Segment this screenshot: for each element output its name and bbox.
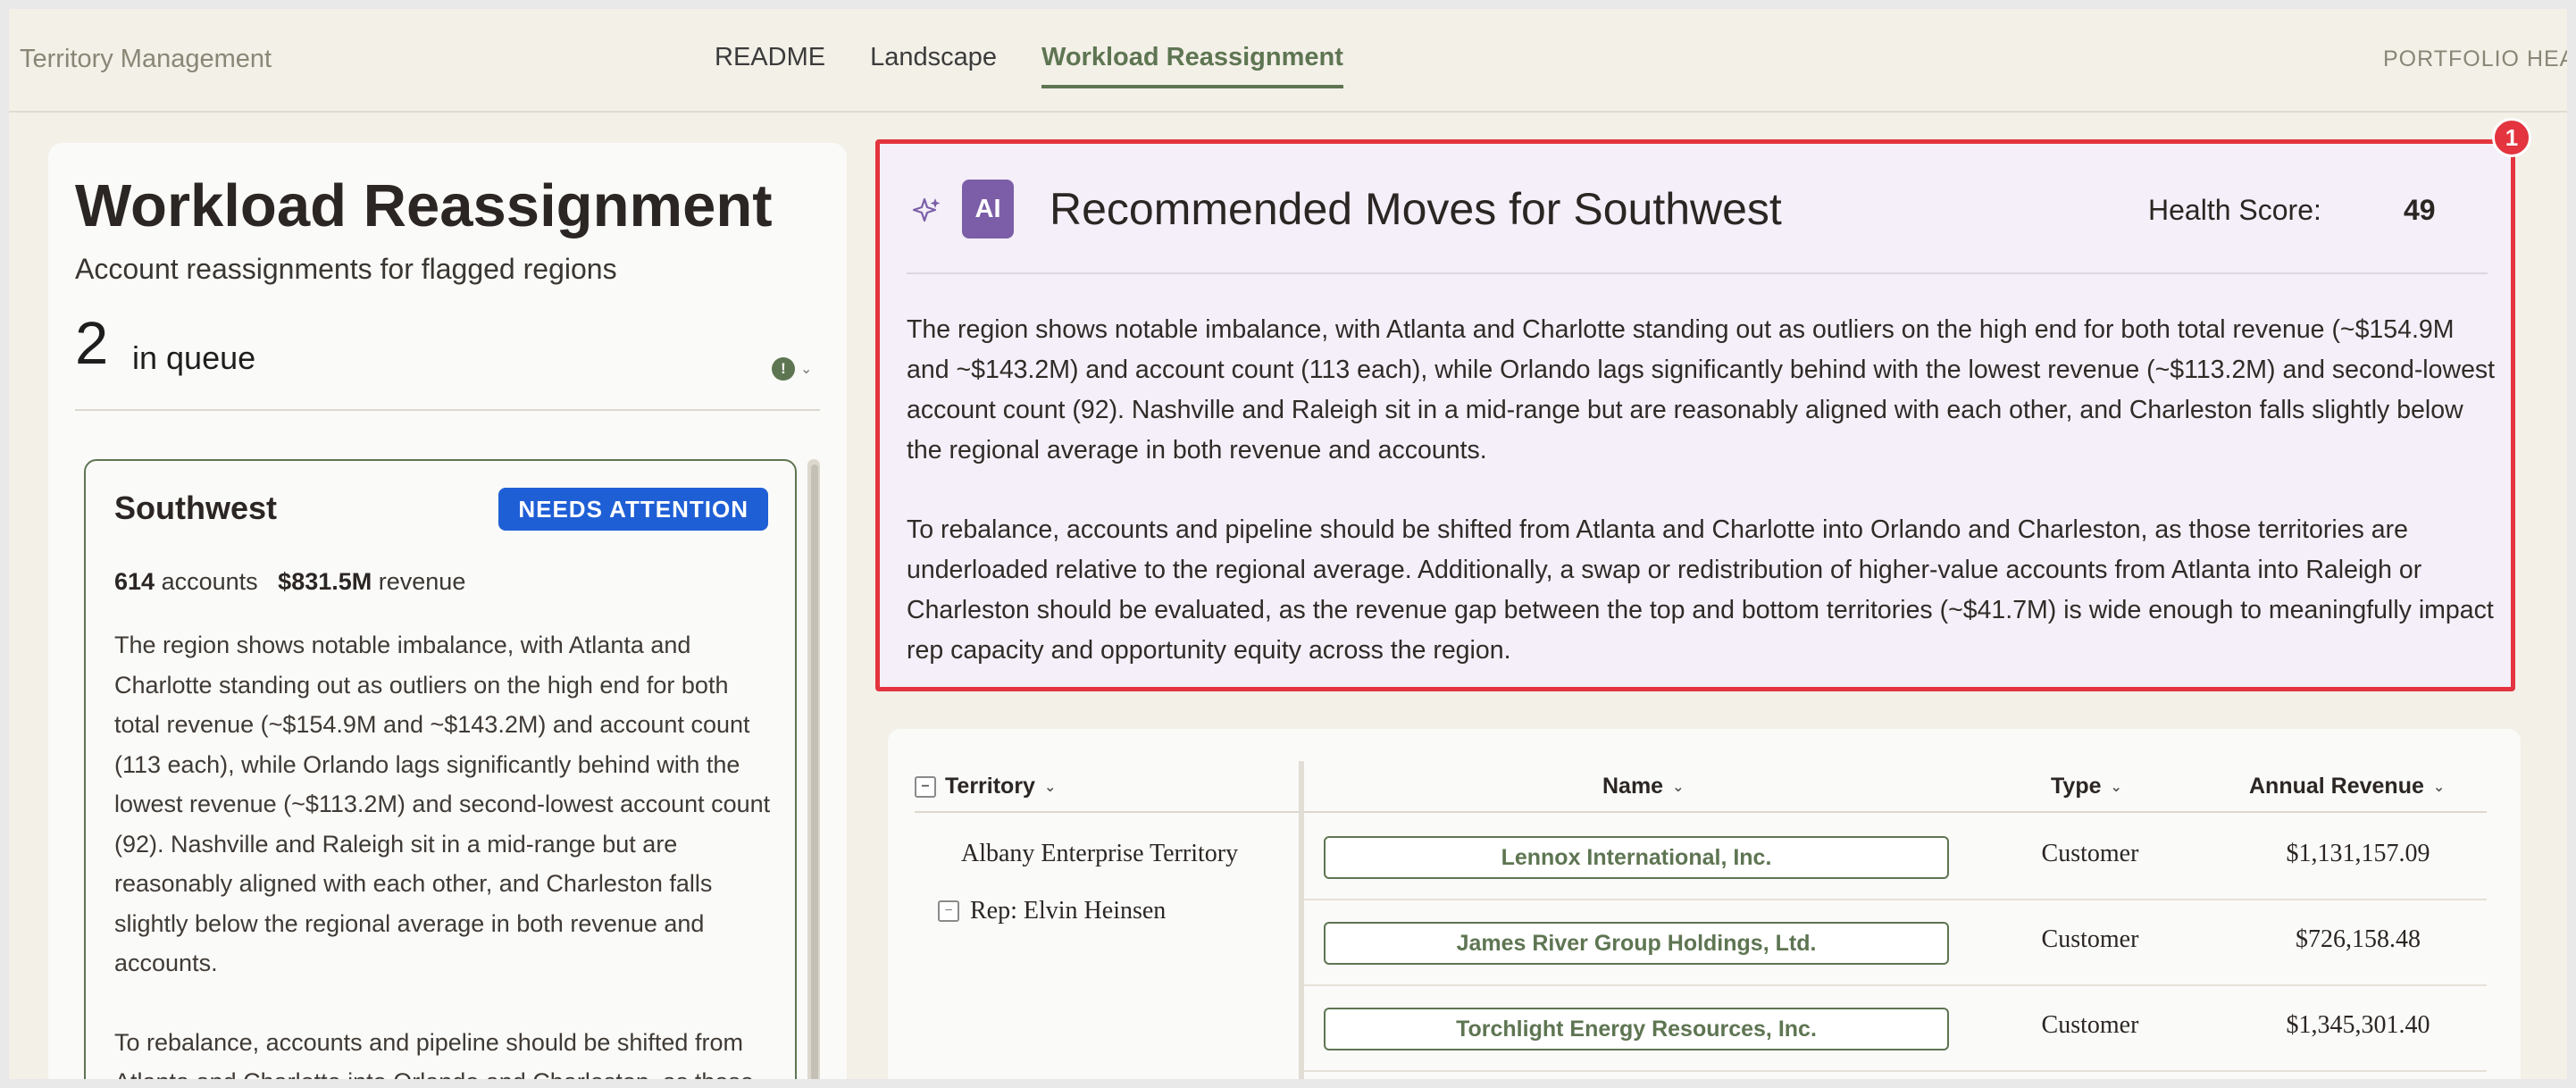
chevron-down-icon: ⌄	[2110, 779, 2122, 795]
region-card-southwest[interactable]: Southwest NEEDS ATTENTION 614 accounts $…	[84, 459, 797, 1079]
chevron-down-icon: ⌄	[800, 362, 813, 377]
rep-name: Rep: Elvin Heinsen	[970, 897, 1167, 925]
cell-revenue: $1,131,157.09	[2286, 840, 2430, 867]
table-row: James River Group Holdings, Ltd. Custome…	[1304, 900, 2487, 986]
ai-badge: AI	[962, 180, 1014, 239]
account-link[interactable]: Torchlight Energy Resources, Inc.	[1324, 1008, 1949, 1050]
tab-workload-reassignment[interactable]: Workload Reassignment	[1041, 36, 1343, 88]
ai-recommendation-panel: AI Recommended Moves for Southwest Healt…	[875, 139, 2515, 691]
cell-revenue: $726,158.48	[2296, 925, 2421, 953]
cell-type: Customer	[2041, 925, 2139, 953]
col-type-label: Type	[2051, 774, 2102, 799]
cell-revenue: $1,345,301.40	[2286, 1011, 2430, 1039]
territory-name: Albany Enterprise Territory	[961, 840, 1239, 867]
queue-count: 2	[75, 310, 109, 377]
cell-type: Customer	[2041, 1011, 2139, 1039]
health-score-value: 49	[2404, 194, 2436, 226]
accounts-table: − Territory ⌄ Name ⌄ Type ⌄ Annual Reven…	[888, 729, 2521, 1079]
sparkle-icon	[912, 197, 941, 222]
health-score-label: Health Score:	[2148, 194, 2321, 226]
account-link[interactable]: James River Group Holdings, Ltd.	[1324, 922, 1949, 965]
tab-landscape[interactable]: Landscape	[870, 36, 997, 88]
col-name[interactable]: Name ⌄	[1602, 774, 1685, 799]
summary-paragraph: To rebalance, accounts and pipeline shou…	[114, 1028, 754, 1080]
scrollbar-thumb[interactable]	[811, 464, 818, 1079]
app-title: Territory Management	[20, 45, 272, 73]
col-annual-revenue[interactable]: Annual Revenue ⌄	[2249, 774, 2445, 799]
chevron-down-icon: ⌄	[1672, 779, 1685, 795]
collapse-all-icon[interactable]: −	[915, 775, 936, 798]
ai-panel-title: Recommended Moves for Southwest	[1050, 184, 1782, 234]
queue-info-toggle[interactable]: ! ⌄	[772, 357, 812, 381]
recommendation-paragraph: The region shows notable imbalance, with…	[907, 315, 2496, 464]
accounts-label: accounts	[161, 568, 258, 595]
queue-label: in queue	[132, 339, 256, 376]
chevron-down-icon: ⌄	[2432, 779, 2446, 795]
summary-paragraph: The region shows notable imbalance, with…	[114, 632, 771, 976]
tree-rep[interactable]: − Rep: Elvin Heinsen	[938, 897, 1166, 925]
account-link[interactable]: Lennox International, Inc.	[1324, 836, 1949, 879]
app-frame: Territory Management README Landscape Wo…	[9, 9, 2567, 1079]
portfolio-health-link[interactable]: PORTFOLIO HEAL	[2383, 46, 2567, 72]
page-subtitle: Account reassignments for flagged region…	[75, 253, 617, 285]
page-title: Workload Reassignment	[75, 172, 773, 239]
recommendation-paragraph: To rebalance, accounts and pipeline shou…	[907, 515, 2494, 665]
col-name-label: Name	[1602, 774, 1664, 799]
col-territory[interactable]: − Territory ⌄	[915, 774, 1056, 799]
revenue-value: $831.5M	[278, 568, 372, 595]
cell-type: Customer	[2041, 840, 2139, 867]
chevron-down-icon: ⌄	[1043, 779, 1057, 795]
col-revenue-label: Annual Revenue	[2249, 774, 2424, 799]
divider	[907, 272, 2488, 274]
top-bar: Territory Management README Landscape Wo…	[9, 9, 2567, 113]
region-name: Southwest	[114, 490, 278, 526]
col-territory-label: Territory	[945, 774, 1035, 799]
region-summary: The region shows notable imbalance, with…	[114, 625, 775, 1079]
table-row: Lennox International, Inc. Customer $1,1…	[1304, 815, 2487, 900]
region-stats: 614 accounts $831.5M revenue	[114, 568, 465, 596]
revenue-label: revenue	[378, 568, 466, 595]
collapse-icon[interactable]: −	[938, 900, 959, 922]
status-badge: NEEDS ATTENTION	[498, 488, 768, 531]
nav-tabs: README Landscape Workload Reassignment	[715, 36, 1388, 88]
tab-readme[interactable]: README	[715, 36, 825, 88]
annotation-marker: 1	[2492, 118, 2531, 157]
table-header: − Territory ⌄ Name ⌄ Type ⌄ Annual Reven…	[915, 763, 2487, 813]
ai-recommendation-text: The region shows notable imbalance, with…	[907, 310, 2497, 710]
accounts-count: 614	[114, 568, 155, 595]
divider	[75, 409, 820, 411]
queue-panel: Workload Reassignment Account reassignme…	[48, 143, 847, 1079]
tree-territory[interactable]: Albany Enterprise Territory	[961, 840, 1238, 868]
col-type[interactable]: Type ⌄	[2051, 774, 2122, 799]
table-row: Torchlight Energy Resources, Inc. Custom…	[1304, 986, 2487, 1072]
info-icon: !	[772, 357, 795, 381]
